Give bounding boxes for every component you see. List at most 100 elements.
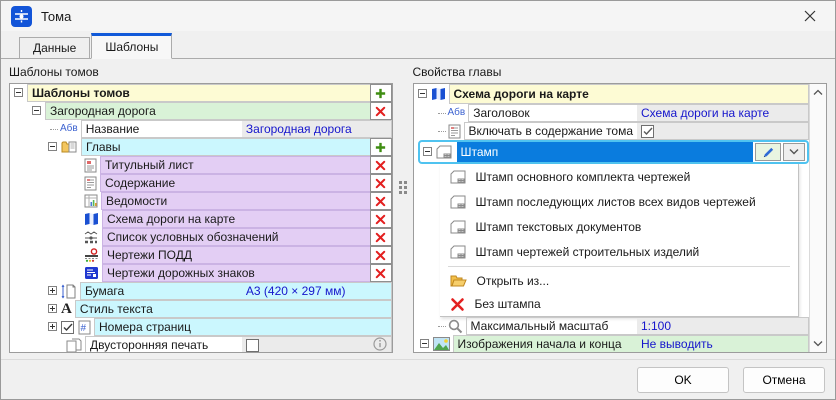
folder-icon [61, 140, 78, 154]
no-stamp-label: Без штампа [475, 297, 541, 311]
plus-icon [374, 141, 387, 154]
delete-icon [374, 231, 387, 244]
expander-icon[interactable] [48, 320, 57, 334]
text-style-label: Стиль текста [80, 302, 153, 316]
delete-icon [374, 159, 387, 172]
name-label: Название [86, 122, 140, 136]
sheets-table-icon [84, 194, 98, 208]
expander-icon[interactable] [32, 104, 41, 118]
chapter-label-cell: Список условных обозначений [102, 228, 370, 246]
pencil-icon [762, 146, 775, 159]
tree-row-text-style[interactable]: A Стиль текста [10, 300, 392, 318]
images-label: Изображения начала и конца [458, 337, 622, 351]
tab-strip: Данные Шаблоны [1, 31, 835, 59]
right-caption: Свойства главы [413, 63, 827, 83]
stamp-icon [450, 245, 466, 259]
image-icon [433, 337, 450, 351]
stamp-dropdown-button[interactable] [783, 143, 805, 161]
tree-row-chapter-sheets[interactable]: Ведомости [10, 192, 392, 210]
delete-icon [374, 249, 387, 262]
delete-template-button[interactable] [370, 102, 392, 120]
stamp-option-construction-products[interactable]: Штамп чертежей строительных изделий [440, 239, 798, 264]
tab-data[interactable]: Данные [19, 37, 90, 58]
add-chapter-button[interactable] [370, 138, 392, 156]
no-stamp-item[interactable]: Без штампа [440, 292, 798, 316]
header-value[interactable]: Схема дороги на карте [637, 104, 809, 122]
expander-icon[interactable] [48, 140, 57, 154]
root-label-cell: Шаблоны томов [27, 84, 370, 102]
max-scale-value[interactable]: 1:100 [637, 317, 809, 335]
tree-row-max-scale[interactable]: Максимальный масштаб 1:100 [414, 317, 809, 335]
chapter-root-label: Схема дороги на карте [454, 87, 589, 101]
check-icon [63, 323, 73, 332]
tree-row-duplex[interactable]: Двусторонняя печать [10, 336, 392, 352]
ok-button[interactable]: OK [637, 367, 729, 393]
volumes-dialog: Тома Данные Шаблоны Шаблоны томов [0, 0, 836, 400]
add-template-button[interactable] [370, 84, 392, 102]
edit-stamp-button[interactable] [755, 143, 781, 161]
paper-value[interactable]: А3 (420 × 297 мм) [242, 282, 392, 300]
tree-row-name[interactable]: Абв Название Загородная дорога [10, 120, 392, 138]
chapter-label-cell: Схема дороги на карте [102, 210, 370, 228]
tree-row-stamp-selected[interactable]: Штамп [414, 140, 809, 164]
tree-row-chapter-road-map[interactable]: Схема дороги на карте [10, 210, 392, 228]
delete-chapter-button[interactable] [370, 246, 392, 264]
page-numbers-checkbox[interactable] [61, 321, 74, 334]
delete-chapter-button[interactable] [370, 174, 392, 192]
open-from-item[interactable]: Открыть из... [440, 269, 798, 292]
images-value[interactable]: Не выводить [637, 335, 809, 352]
no-stamp-icon [450, 297, 465, 312]
tree-row-chapter-road-signs[interactable]: Чертежи дорожных знаков [10, 264, 392, 282]
expander-icon[interactable] [423, 145, 432, 159]
tree-row-chapter-legend[interactable]: Список условных обозначений [10, 228, 392, 246]
stamp-option-main-set[interactable]: Штамп основного комплекта чертежей [440, 164, 798, 189]
tree-row-header[interactable]: Абв Заголовок Схема дороги на карте [414, 104, 809, 122]
stamp-option-text-documents[interactable]: Штамп текстовых документов [440, 214, 798, 239]
tree-row-chapters[interactable]: Главы [10, 138, 392, 156]
tree-row-images[interactable]: Изображения начала и конца Не выводить [414, 335, 809, 352]
chapter-label-cell: Чертежи ПОДД [102, 246, 370, 264]
duplex-checkbox[interactable] [246, 339, 259, 352]
tree-row-chapter-podd[interactable]: Чертежи ПОДД [10, 246, 392, 264]
tree-row-root[interactable]: Шаблоны томов [10, 84, 392, 102]
tree-row-chapter-title-page[interactable]: Титульный лист [10, 156, 392, 174]
cancel-button[interactable]: Отмена [743, 367, 825, 393]
stamp-option-subsequent-sheets[interactable]: Штамп последующих листов всех видов черт… [440, 189, 798, 214]
tree-row-include[interactable]: Включать в содержание тома [414, 122, 809, 140]
stamp-option-label: Штамп чертежей строительных изделий [476, 245, 700, 259]
delete-chapter-button[interactable] [370, 264, 392, 282]
name-value[interactable]: Загородная дорога [242, 120, 392, 138]
tree-row-page-numbers[interactable]: # Номера страниц [10, 318, 392, 336]
delete-chapter-button[interactable] [370, 228, 392, 246]
abc-icon: Абв [448, 108, 466, 118]
delete-icon [374, 105, 387, 118]
chapters-label: Главы [86, 140, 121, 154]
include-checkbox[interactable] [641, 125, 654, 138]
scroll-up-icon[interactable] [810, 84, 826, 101]
chapter-label: Содержание [105, 176, 175, 190]
legend-icon [84, 231, 99, 244]
expander-icon[interactable] [48, 302, 57, 316]
delete-chapter-button[interactable] [370, 156, 392, 174]
paper-label-cell: Бумага [80, 282, 242, 300]
tree-row-template[interactable]: Загородная дорога [10, 102, 392, 120]
scroll-down-icon[interactable] [810, 335, 826, 352]
delete-icon [374, 177, 387, 190]
tree-guide [438, 131, 446, 132]
expander-icon[interactable] [48, 284, 57, 298]
delete-chapter-button[interactable] [370, 192, 392, 210]
expander-icon[interactable] [420, 337, 429, 351]
tree-row-chapter-root[interactable]: Схема дороги на карте [414, 84, 809, 104]
tree-row-chapter-contents[interactable]: Содержание [10, 174, 392, 192]
close-icon[interactable] [793, 1, 827, 31]
tab-templates[interactable]: Шаблоны [91, 33, 172, 59]
panel-splitter[interactable] [393, 63, 413, 359]
images-label-cell: Изображения начала и конца [453, 335, 637, 352]
check-icon [643, 127, 653, 136]
tree-row-paper[interactable]: Бумага А3 (420 × 297 мм) [10, 282, 392, 300]
expander-icon[interactable] [14, 86, 23, 100]
vertical-scrollbar[interactable] [809, 84, 826, 352]
expander-icon[interactable] [418, 87, 427, 101]
delete-chapter-button[interactable] [370, 210, 392, 228]
left-caption: Шаблоны томов [9, 63, 393, 83]
